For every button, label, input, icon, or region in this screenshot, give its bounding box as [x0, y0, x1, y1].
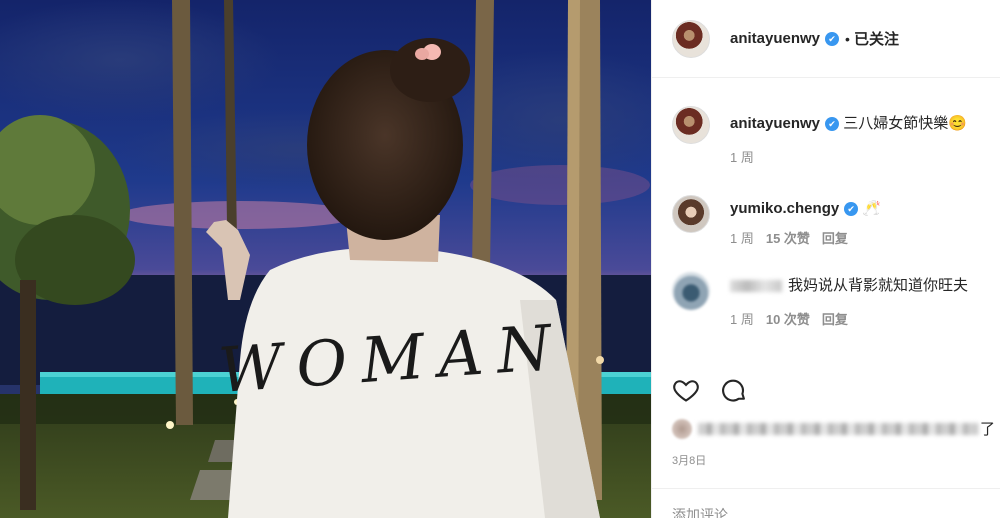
comment-time[interactable]: 1 周	[730, 231, 754, 246]
liker-avatar	[672, 418, 692, 439]
heart-icon[interactable]	[672, 376, 700, 404]
post-actions	[672, 376, 748, 404]
comment-time[interactable]: 1 周	[730, 312, 754, 327]
comment-username[interactable]: yumiko.chengy	[730, 200, 839, 217]
commenter-avatar[interactable]	[672, 272, 710, 310]
post-date[interactable]: 3月8日	[672, 452, 706, 468]
verified-badge-icon: ✔	[844, 202, 859, 216]
likes-text-blurred	[698, 422, 978, 435]
commenter-avatar[interactable]	[672, 106, 710, 144]
author-avatar[interactable]	[672, 19, 710, 58]
comments-list: anitayuenwy ✔ 三八婦女節快樂😊 1 周 yumiko.chengy ✔…	[652, 106, 1000, 331]
reply-button[interactable]: 回复	[822, 231, 848, 246]
author-username[interactable]: anitayuenwy	[730, 30, 820, 47]
comment-item: yumiko.chengy ✔ 🥂 1 周 15 次赞 回复	[672, 195, 1000, 250]
add-comment-field[interactable]: 添加评论...	[652, 488, 1000, 518]
post-side-panel: anitayuenwy ✔ • 已关注 anitayuenwy ✔ 三八婦女節快樂…	[651, 0, 1000, 518]
reply-button[interactable]: 回复	[822, 312, 848, 327]
comment-item: anitayuenwy ✔ 三八婦女節快樂😊 1 周	[672, 106, 1000, 169]
post-photo: WOMAN	[0, 0, 651, 518]
comment-text: 🥂	[862, 200, 882, 217]
post-header: anitayuenwy ✔ • 已关注	[652, 0, 1000, 78]
comment-item: 我妈说从背影就知道你旺夫 1 周 10 次赞 回复	[672, 272, 1000, 331]
follow-status-button[interactable]: 已关注	[854, 28, 899, 49]
comment-likes[interactable]: 10 次赞	[766, 312, 810, 327]
comment-text: 三八婦女節快樂😊	[843, 115, 967, 132]
comment-username-blurred[interactable]	[730, 280, 782, 293]
comment-username[interactable]: anitayuenwy	[730, 115, 820, 132]
comment-likes[interactable]: 15 次赞	[766, 231, 810, 246]
verified-badge-icon: ✔	[825, 117, 840, 131]
likes-tail-text: 了	[980, 421, 996, 438]
post-modal: WOMAN anitayuenwy ✔ • 已关注 anitayuenwy ✔ 三…	[0, 0, 1000, 518]
separator-dot: •	[845, 30, 850, 47]
verified-badge-icon: ✔	[825, 31, 840, 46]
comment-text: 我妈说从背影就知道你旺夫	[788, 277, 969, 294]
likes-summary[interactable]: 了	[672, 418, 995, 439]
comment-time[interactable]: 1 周	[730, 150, 754, 165]
comment-bubble-icon[interactable]	[720, 376, 748, 404]
commenter-avatar[interactable]	[672, 195, 710, 233]
